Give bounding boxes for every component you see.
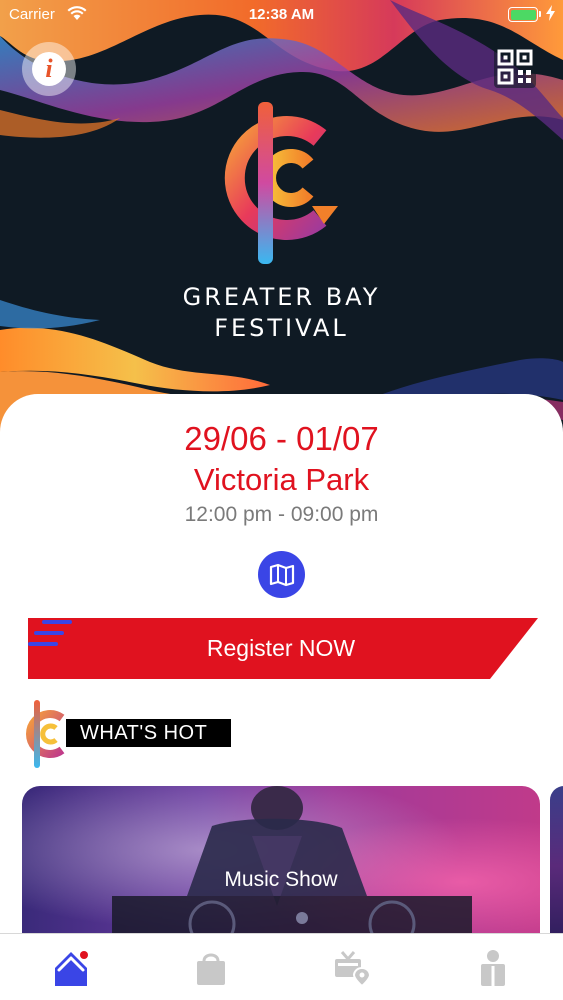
festival-logo-icon xyxy=(224,102,338,264)
event-dates: 29/06 - 01/07 xyxy=(184,420,379,457)
event-hours: 12:00 pm - 09:00 pm xyxy=(184,503,379,526)
dj-photo xyxy=(22,786,540,946)
event-venue: Victoria Park xyxy=(193,462,370,497)
whats-hot-label: WHAT'S HOT xyxy=(66,719,231,747)
charging-bolt-icon xyxy=(546,5,555,21)
festival-title-line2: FESTIVAL xyxy=(214,314,349,342)
next-featured-card-peek[interactable] xyxy=(550,786,563,946)
profile-icon[interactable] xyxy=(473,948,513,988)
battery-tip xyxy=(539,11,541,17)
clock-time: 12:38 AM xyxy=(248,6,315,23)
whats-hot-logo-icon xyxy=(26,700,65,768)
register-now-label: Register NOW xyxy=(206,635,356,661)
info-button[interactable]: i xyxy=(22,42,76,96)
register-now-button[interactable]: Register NOW xyxy=(28,618,538,679)
shopping-bag-icon[interactable] xyxy=(191,948,231,988)
festival-title-line1: GREATER BAY xyxy=(182,283,381,311)
speed-lines-icon xyxy=(28,620,72,646)
map-button[interactable] xyxy=(258,551,305,598)
bottom-tab-bar xyxy=(0,933,563,1000)
qr-code-icon[interactable] xyxy=(494,46,536,88)
featured-caption: Music Show xyxy=(224,868,338,891)
info-icon: i xyxy=(32,52,66,86)
hero-banner: Carrier 12:38 AM i GREATER BAY FESTIVAL xyxy=(0,0,563,440)
home-icon[interactable] xyxy=(51,948,91,988)
festival-title: GREATER BAY FESTIVAL xyxy=(0,282,563,344)
battery-icon xyxy=(508,7,538,22)
map-icon xyxy=(269,563,294,586)
status-bar: Carrier 12:38 AM xyxy=(0,0,563,30)
venue-map-icon[interactable] xyxy=(332,948,372,988)
featured-music-show-card[interactable]: Music Show xyxy=(22,786,540,946)
